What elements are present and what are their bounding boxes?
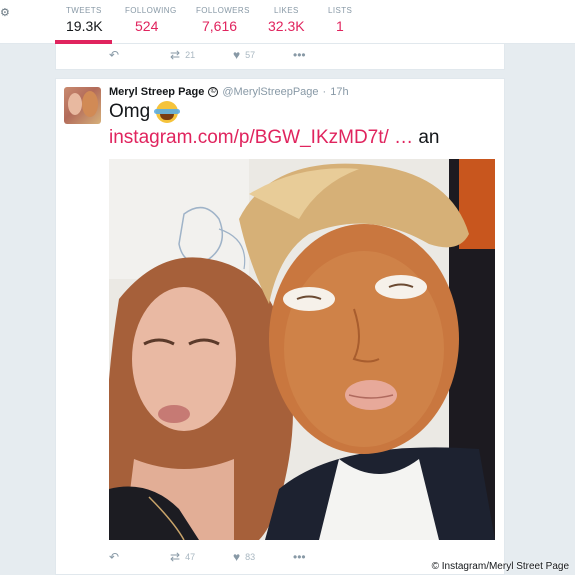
retweet-icon: ⇄ <box>170 550 181 564</box>
heart-icon: ♥ <box>233 550 241 564</box>
like-button[interactable]: ♥ 83 <box>233 550 255 564</box>
stat-following[interactable]: FOLLOWING 524 <box>125 6 177 34</box>
separator: · <box>322 86 327 98</box>
stat-label: TWEETS <box>66 6 102 15</box>
stat-lists[interactable]: LISTS 1 <box>328 6 352 34</box>
previous-tweet-actions: ↶ ⇄ 21 ♥ 57 ••• <box>55 45 505 65</box>
stat-label: LIKES <box>274 6 299 15</box>
user-handle[interactable]: @MerylStreepPage <box>222 86 318 98</box>
trailing-text: an <box>418 127 440 148</box>
selfie-image <box>109 159 495 540</box>
tweet-text-body: Omg <box>109 101 151 122</box>
instagram-link[interactable]: instagram.com/p/BGW_IKzMD7t/ <box>109 127 389 148</box>
tweet-text: Omg <box>109 101 181 123</box>
more-icon: ••• <box>293 550 306 564</box>
like-count: 83 <box>245 552 256 562</box>
reply-icon: ↶ <box>109 550 120 564</box>
reply-icon: ↶ <box>109 48 120 62</box>
display-name[interactable]: Meryl Streep Page <box>109 86 204 98</box>
stat-followers[interactable]: FOLLOWERS 7,616 <box>196 6 250 34</box>
profile-nav: ⚙ TWEETS 19.3K FOLLOWING 524 FOLLOWERS 7… <box>0 0 575 44</box>
stat-label: FOLLOWERS <box>196 6 250 15</box>
stat-likes[interactable]: LIKES 32.3K <box>268 6 305 34</box>
more-button[interactable]: ••• <box>293 48 306 62</box>
image-credit: © Instagram/Meryl Street Page <box>431 561 569 572</box>
retweet-count: 21 <box>185 50 196 60</box>
gear-icon[interactable]: ⚙ <box>0 6 10 19</box>
reply-button[interactable]: ↶ <box>109 48 119 62</box>
tweet-link-line: instagram.com/p/BGW_IKzMD7t/ … an <box>109 127 440 149</box>
stat-value: 19.3K <box>66 18 103 34</box>
more-button[interactable]: ••• <box>293 550 306 564</box>
like-count: 57 <box>245 50 256 60</box>
heart-icon: ♥ <box>233 48 241 62</box>
stat-label: LISTS <box>328 6 353 15</box>
tweet-photo[interactable] <box>109 159 495 540</box>
timestamp[interactable]: 17h <box>330 86 348 98</box>
stat-value: 1 <box>336 18 344 34</box>
like-button[interactable]: ♥ 57 <box>233 48 255 62</box>
retweet-icon: ⇄ <box>170 48 181 62</box>
retweet-button[interactable]: ⇄ 21 <box>170 48 195 62</box>
reply-button[interactable]: ↶ <box>109 550 119 564</box>
face-with-tears-of-joy-emoji-icon <box>154 101 181 123</box>
stat-value: 32.3K <box>268 18 305 34</box>
stat-value: 7,616 <box>202 18 238 34</box>
stat-label: FOLLOWING <box>125 6 177 15</box>
more-icon: ••• <box>293 48 306 62</box>
avatar[interactable] <box>64 87 101 124</box>
stat-tweets[interactable]: TWEETS 19.3K <box>66 6 103 34</box>
retweet-button[interactable]: ⇄ 47 <box>170 550 195 564</box>
verified-icon: © <box>208 87 219 97</box>
stat-value: 524 <box>135 18 159 34</box>
link-ellipsis: … <box>394 127 414 148</box>
tweet-header: Meryl Streep Page © @MerylStreepPage · 1… <box>109 86 349 98</box>
retweet-count: 47 <box>185 552 196 562</box>
